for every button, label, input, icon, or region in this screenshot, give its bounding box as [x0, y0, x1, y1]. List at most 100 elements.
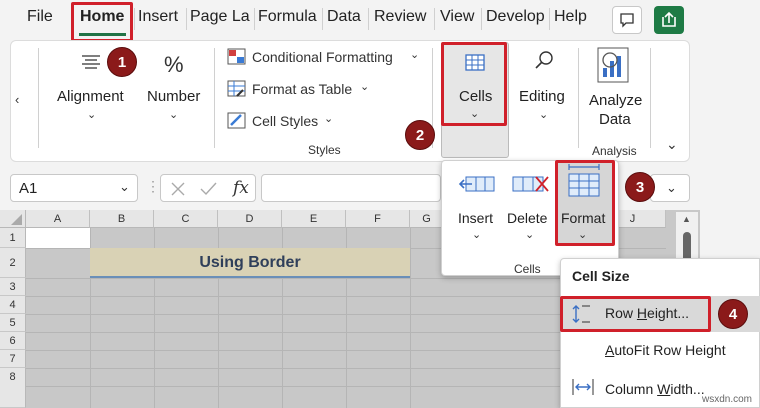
tab-separator — [254, 8, 255, 30]
ribbon-separator — [214, 48, 215, 148]
row-header-1[interactable]: 1 — [0, 228, 26, 248]
row-header-3[interactable]: 3 — [0, 278, 26, 296]
row-header-5[interactable]: 5 — [0, 314, 26, 332]
title-cell[interactable]: Using Border — [90, 248, 410, 278]
percent-icon: % — [164, 52, 184, 77]
chevron-down-icon: ⌄ — [539, 109, 549, 121]
insert-function-button[interactable]: fx — [233, 178, 249, 198]
chevron-down-icon: ⌄ — [666, 180, 677, 195]
cells-button[interactable]: Cells — [459, 88, 492, 105]
row-height-icon — [572, 305, 590, 323]
chevron-down-icon: ⌄ — [472, 229, 482, 241]
watermark: wsxdn.com — [702, 394, 753, 405]
tab-help[interactable]: Help — [554, 8, 587, 26]
step-marker-1: 1 — [107, 47, 137, 77]
check-icon[interactable] — [199, 181, 217, 197]
alignment-icon — [82, 55, 100, 69]
row-height-accelerator: H — [636, 305, 648, 321]
conditional-formatting-button[interactable]: Conditional Formatting — [252, 49, 393, 65]
cell-styles-icon — [227, 112, 246, 129]
column-width-menu-item[interactable]: Column Width... — [605, 381, 705, 397]
insert-cells-icon — [458, 176, 495, 192]
format-button[interactable]: Format — [561, 210, 605, 226]
row-height-menu-item[interactable]: Row Height... — [605, 305, 689, 321]
row-header-7[interactable]: 7 — [0, 350, 26, 368]
autofit-accelerator: A — [605, 342, 615, 358]
ribbon-separator — [650, 48, 651, 148]
styles-group-label: Styles — [308, 143, 341, 157]
row-header-6[interactable]: 6 — [0, 332, 26, 350]
tab-separator — [549, 8, 550, 30]
column-header-g[interactable]: G — [410, 210, 444, 228]
tab-review[interactable]: Review — [374, 8, 426, 26]
format-cells-icon — [568, 164, 600, 197]
step-marker-3: 3 — [625, 172, 655, 202]
formula-expand-button[interactable]: ⌄ — [650, 174, 690, 202]
tab-formulas[interactable]: Formula — [258, 8, 317, 26]
cell-styles-button[interactable]: Cell Styles — [252, 113, 318, 129]
insert-button[interactable]: Insert — [458, 210, 493, 226]
tab-separator — [434, 8, 435, 30]
tab-separator — [322, 8, 323, 30]
analyze-data-button[interactable]: Analyze — [589, 92, 642, 109]
chevron-down-icon: ⌄ — [410, 49, 420, 61]
comment-icon — [620, 13, 634, 28]
cancel-icon[interactable] — [170, 181, 186, 197]
tab-separator — [481, 8, 482, 30]
step-marker-4: 4 — [718, 299, 748, 329]
step-marker-2: 2 — [405, 120, 435, 150]
column-header-f[interactable]: F — [346, 210, 410, 228]
row-header-8[interactable]: 8 — [0, 368, 26, 408]
comments-button[interactable] — [612, 6, 642, 34]
row-header-2[interactable]: 2 — [0, 248, 26, 278]
autofit-row-height-menu-item[interactable]: AutoFit Row Height — [605, 342, 726, 358]
delete-button[interactable]: Delete — [507, 210, 547, 226]
row-height-text-pre: Row — [605, 305, 637, 321]
editing-button[interactable]: Editing — [519, 88, 565, 105]
tab-file[interactable]: File — [27, 8, 53, 26]
active-cell-a1[interactable] — [26, 228, 90, 248]
column-width-text-pre: Column — [605, 381, 658, 397]
more-icon: ⋮ — [146, 178, 160, 194]
tab-separator — [186, 8, 187, 30]
share-button[interactable] — [654, 6, 684, 34]
title-cell-text: Using Border — [199, 254, 301, 271]
tab-insert[interactable]: Insert — [138, 8, 178, 26]
column-header-c[interactable]: C — [154, 210, 218, 228]
tab-data[interactable]: Data — [327, 8, 361, 26]
ribbon-expand-icon[interactable]: ⌄ — [666, 136, 678, 153]
alignment-button[interactable]: Alignment — [57, 88, 124, 105]
ribbon-separator — [38, 48, 39, 148]
column-header-a[interactable]: A — [26, 210, 90, 228]
chevron-down-icon: ⌄ — [87, 109, 97, 121]
cell-size-header: Cell Size — [572, 268, 630, 284]
column-header-d[interactable]: D — [218, 210, 282, 228]
chevron-down-icon: ⌄ — [169, 109, 179, 121]
row-header-4[interactable]: 4 — [0, 296, 26, 314]
format-as-table-button[interactable]: Format as Table — [252, 81, 352, 97]
tab-page-layout[interactable]: Page La — [190, 8, 250, 26]
conditional-formatting-icon — [227, 48, 246, 65]
tab-separator — [368, 8, 369, 30]
name-box-value: A1 — [19, 180, 38, 197]
formula-input[interactable] — [261, 174, 441, 202]
ribbon-scroll-left-icon[interactable]: ‹ — [15, 92, 19, 107]
name-box[interactable]: A1 ⌄ — [10, 174, 138, 202]
select-all-button[interactable] — [0, 210, 26, 228]
tab-view[interactable]: View — [440, 8, 474, 26]
tab-separator — [134, 8, 135, 30]
analyze-data-icon — [597, 47, 629, 83]
delete-cells-icon — [512, 176, 549, 192]
number-button[interactable]: Number — [147, 88, 200, 105]
tab-developer[interactable]: Develop — [486, 8, 545, 26]
analyze-data-button-line2: Data — [599, 111, 631, 128]
column-header-e[interactable]: E — [282, 210, 346, 228]
chevron-down-icon: ⌄ — [578, 229, 588, 241]
scroll-up-icon[interactable]: ▲ — [682, 214, 691, 224]
chevron-down-icon: ⌄ — [324, 113, 334, 125]
column-header-b[interactable]: B — [90, 210, 154, 228]
column-width-icon — [572, 379, 594, 395]
chevron-down-icon: ⌄ — [360, 81, 370, 93]
column-width-text-post: idth... — [670, 381, 705, 397]
format-as-table-icon — [227, 80, 246, 97]
